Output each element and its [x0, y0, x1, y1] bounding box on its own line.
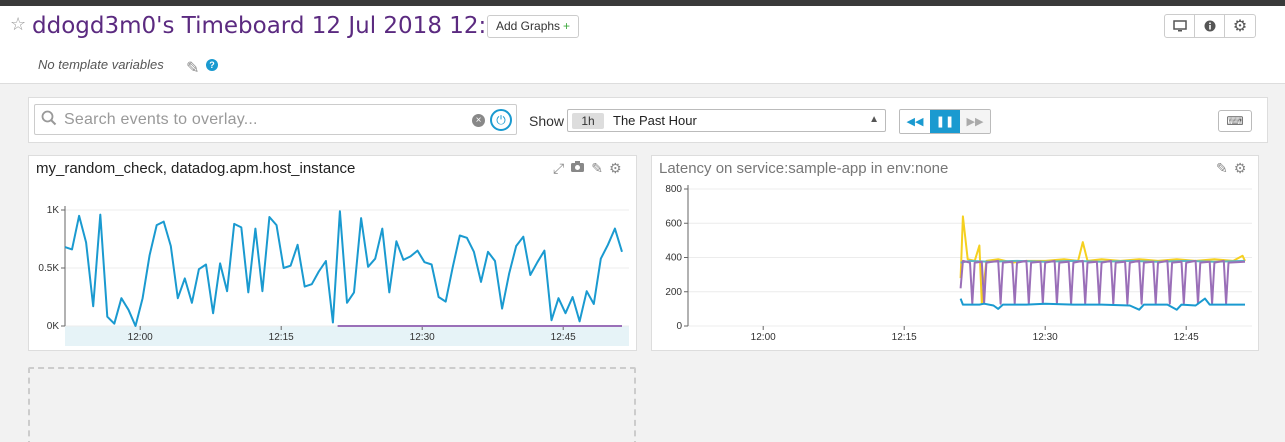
- add-graphs-label: Add Graphs: [496, 19, 561, 33]
- keyboard-icon[interactable]: ⌨: [1218, 110, 1252, 132]
- pencil-icon[interactable]: ✎: [186, 58, 199, 78]
- chart-random-check: 0K 0.5K 1K 12:00 12:15 12:30 12:45: [38, 205, 629, 346]
- y-tick-label: 0K: [47, 321, 60, 332]
- series-line-2: [959, 259, 1246, 305]
- series-line-0: [64, 210, 623, 327]
- y-tick-label: 0: [676, 321, 682, 332]
- pause-icon[interactable]: ❚❚: [930, 110, 960, 133]
- x-tick-label: 12:15: [892, 332, 917, 343]
- empty-graph-placeholder[interactable]: [28, 367, 636, 442]
- overlay-icon[interactable]: ⏻: [490, 109, 512, 131]
- fast-forward-icon[interactable]: ▶▶: [960, 110, 990, 133]
- add-graphs-button[interactable]: Add Graphs +: [487, 15, 580, 38]
- camera-icon[interactable]: [570, 160, 585, 177]
- info-icon[interactable]: [1195, 15, 1225, 37]
- x-tick-label: 12:45: [1174, 332, 1199, 343]
- y-tick-label: 400: [665, 253, 682, 264]
- expand-icon[interactable]: ⤢: [553, 160, 564, 177]
- clear-icon[interactable]: ×: [472, 114, 485, 127]
- y-tick-label: 600: [665, 218, 682, 229]
- show-label: Show: [529, 113, 565, 129]
- series-line-0: [959, 215, 1246, 305]
- page-title[interactable]: ddogd3m0's Timeboard 12 Jul 2018 12:38: [32, 13, 516, 39]
- graph-title[interactable]: my_random_check, datadog.apm.host_instan…: [36, 160, 355, 177]
- x-tick-label: 12:00: [751, 332, 776, 343]
- search-icon: [41, 110, 57, 131]
- gear-icon[interactable]: ⚙: [1225, 15, 1255, 37]
- gear-icon[interactable]: ⚙: [609, 160, 622, 177]
- gear-icon[interactable]: ⚙: [1234, 160, 1247, 177]
- playback-controls: ◀◀ ❚❚ ▶▶: [899, 109, 991, 134]
- x-tick-label: 12:15: [269, 332, 294, 343]
- search-placeholder: Search events to overlay...: [64, 111, 258, 128]
- chevron-down-icon: ▲: [869, 114, 879, 125]
- y-tick-label: 200: [665, 287, 682, 298]
- timeframe-value: The Past Hour: [613, 113, 697, 128]
- timeframe-select[interactable]: 1h The Past Hour ▲: [567, 109, 886, 132]
- toolbar: Search events to overlay... × ⏻ Show 1h …: [28, 97, 1268, 143]
- y-tick-label: 0.5K: [38, 263, 59, 274]
- x-tick-label: 12:45: [551, 332, 576, 343]
- x-tick-label: 12:30: [1033, 332, 1058, 343]
- y-tick-label: 1K: [47, 205, 60, 216]
- y-tick-label: 800: [665, 184, 682, 195]
- help-icon[interactable]: ?: [206, 59, 218, 71]
- star-icon[interactable]: ☆: [10, 14, 26, 35]
- chart-latency: 0 200 400 600 800 12:00 12:15 12:30 12:45: [665, 184, 1252, 343]
- graph-panel-latency: Latency on service:sample-app in env:non…: [651, 155, 1259, 351]
- scrollbar[interactable]: [1273, 84, 1285, 442]
- plus-icon: +: [563, 19, 571, 33]
- header-button-group: ⚙: [1164, 14, 1256, 38]
- search-input[interactable]: Search events to overlay... × ⏻: [34, 104, 517, 135]
- x-tick-label: 12:30: [410, 332, 435, 343]
- graph-toolbar: ⤢ ✎ ⚙: [553, 160, 622, 177]
- series-line-3: [959, 297, 1245, 311]
- timeframe-badge: 1h: [572, 113, 604, 129]
- pencil-icon[interactable]: ✎: [591, 160, 603, 177]
- graph-toolbar: ✎ ⚙: [1216, 160, 1246, 177]
- template-variables-text: No template variables: [38, 57, 164, 72]
- graph-title[interactable]: Latency on service:sample-app in env:non…: [659, 160, 948, 177]
- x-tick-label: 12:00: [128, 332, 153, 343]
- page-header: ☆ ddogd3m0's Timeboard 12 Jul 2018 12:38…: [0, 6, 1285, 84]
- graph-panel-random-check: my_random_check, datadog.apm.host_instan…: [28, 155, 637, 351]
- monitor-icon[interactable]: [1165, 15, 1195, 37]
- pencil-icon[interactable]: ✎: [1216, 160, 1228, 177]
- rewind-icon[interactable]: ◀◀: [900, 110, 930, 133]
